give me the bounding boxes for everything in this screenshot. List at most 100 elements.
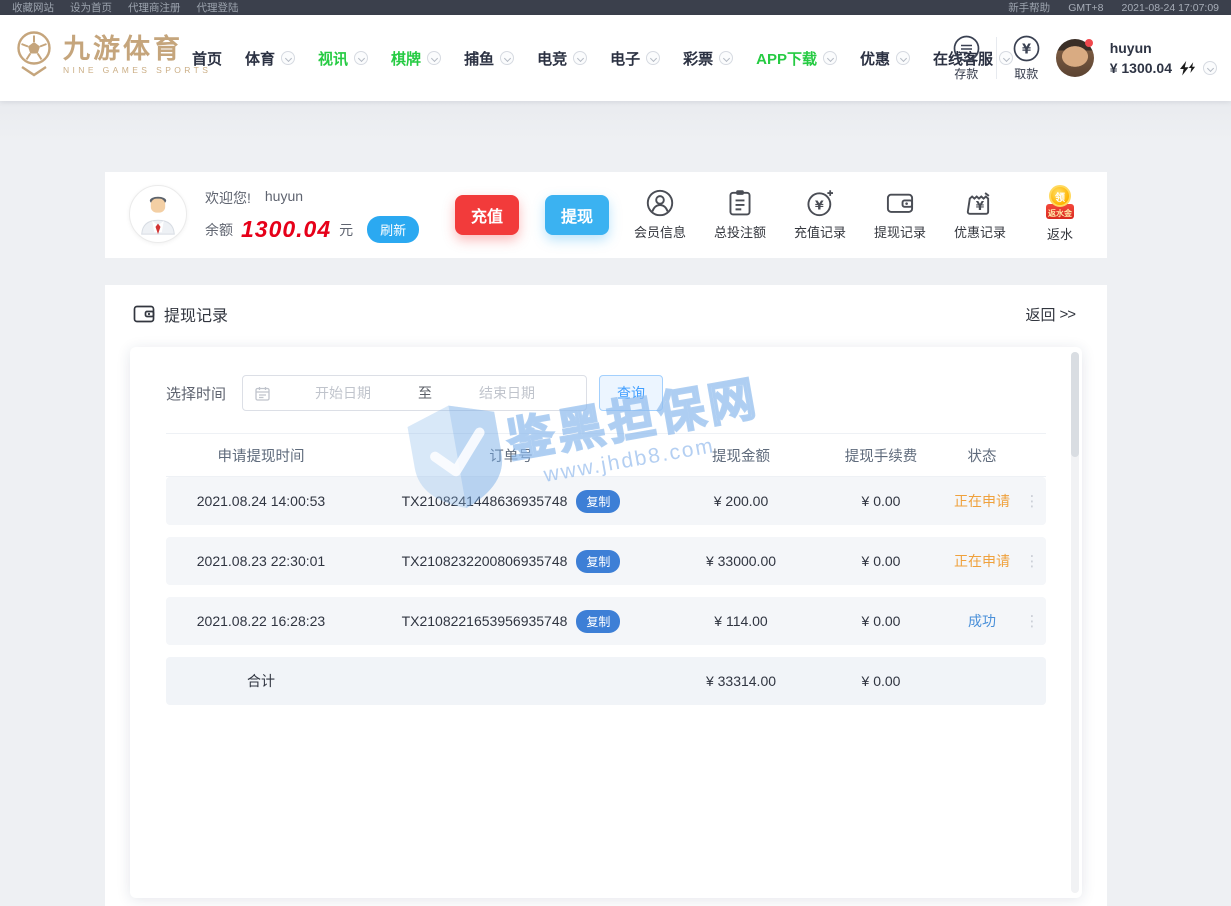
nav-item-esports[interactable]: 电竞 [537, 48, 587, 69]
agent-login-link[interactable]: 代理登陆 [197, 0, 239, 15]
total-bets-link[interactable]: 总投注额 [700, 189, 780, 241]
end-date-placeholder: 结束日期 [440, 383, 574, 403]
rebate-link[interactable]: 返水金 领 返水 [1020, 187, 1100, 243]
row-amount: ¥ 200.00 [666, 493, 816, 509]
logo-subtitle: NINE GAMES SPORTS [63, 65, 211, 75]
quick-links: 会员信息 总投注额 ¥ 充值记录 [620, 172, 1100, 258]
copy-button[interactable]: 复制 [576, 550, 620, 573]
quick-link-label: 返水 [1047, 224, 1073, 243]
nav-item-cards[interactable]: 棋牌 [391, 48, 441, 69]
row-status: 成功 [946, 611, 1018, 631]
wallet-icon [133, 304, 155, 324]
date-separator: 至 [416, 383, 434, 403]
chevron-down-icon [500, 51, 514, 65]
withdraw-records-icon [886, 189, 914, 217]
row-menu-icon[interactable]: ⋮ [1018, 559, 1046, 564]
row-status: 正在申请 [946, 551, 1018, 571]
total-bets-icon [726, 189, 754, 217]
chevron-down-icon [354, 51, 368, 65]
logo-title: 九游体育 [63, 34, 211, 64]
withdraw-button-panel[interactable]: 提现 [545, 195, 609, 235]
scrollbar-thumb[interactable] [1071, 352, 1079, 457]
header-username: huyun [1110, 40, 1217, 56]
row-fee: ¥ 0.00 [816, 493, 946, 509]
vip-badge-icon[interactable] [1203, 61, 1217, 75]
set-homepage-link[interactable]: 设为首页 [70, 0, 112, 15]
row-time: 2021.08.24 14:00:53 [166, 493, 356, 509]
bookmark-site-link[interactable]: 收藏网站 [12, 0, 54, 15]
scrollbar-track[interactable] [1071, 352, 1079, 893]
chevron-down-icon [896, 51, 910, 65]
nav-label: 捕鱼 [464, 48, 494, 69]
nav-item-fishing[interactable]: 捕鱼 [464, 48, 514, 69]
site-logo[interactable]: 九游体育 NINE GAMES SPORTS [12, 29, 211, 79]
row-menu-icon[interactable]: ⋮ [1018, 619, 1046, 624]
chevron-down-icon [427, 51, 441, 65]
svg-text:¥: ¥ [815, 197, 824, 212]
user-avatar[interactable] [1056, 39, 1094, 77]
withdraw-records-link[interactable]: 提现记录 [860, 189, 940, 241]
row-fee: ¥ 0.00 [816, 553, 946, 569]
nav-label: 彩票 [683, 48, 713, 69]
search-button[interactable]: 查询 [599, 375, 663, 411]
back-link[interactable]: 返回 >> [1025, 304, 1075, 325]
recharge-records-link[interactable]: ¥ 充值记录 [780, 189, 860, 241]
row-time: 2021.08.22 16:28:23 [166, 613, 356, 629]
deposit-icon [953, 35, 980, 62]
refresh-button[interactable]: 刷新 [367, 216, 419, 243]
nav-item-promotions[interactable]: 优惠 [860, 48, 910, 69]
nav-item-app-download[interactable]: APP下载 [756, 48, 837, 69]
chevron-down-icon [646, 51, 660, 65]
nav-item-live[interactable]: 视讯 [318, 48, 368, 69]
withdraw-label: 取款 [1014, 65, 1038, 82]
nav-label: 体育 [245, 48, 275, 69]
chevron-down-icon [823, 51, 837, 65]
chevron-down-icon [573, 51, 587, 65]
copy-button[interactable]: 复制 [576, 610, 620, 633]
col-header-time: 申请提现时间 [166, 445, 356, 466]
withdraw-records-panel: 提现记录 返回 >> 鉴黑担保网 www.jhdb8.com 选择时间 [105, 285, 1107, 906]
chevron-down-icon [719, 51, 733, 65]
nav-item-sports[interactable]: 体育 [245, 48, 295, 69]
businessman-icon [135, 191, 181, 237]
main-nav: 首页 体育 视讯 棋牌 捕鱼 电竞 电子 彩票 APP下载 优惠 在线客服 [192, 15, 1013, 101]
promo-records-link[interactable]: ¥ 优惠记录 [940, 189, 1020, 241]
promo-records-icon: ¥ [966, 189, 994, 217]
nav-label: 优惠 [860, 48, 890, 69]
lightning-icon[interactable] [1179, 61, 1196, 76]
row-order-number: TX2108232200806935748 [402, 553, 568, 569]
topbar-links: 收藏网站 设为首页 代理商注册 代理登陆 [12, 0, 239, 15]
row-menu-icon[interactable]: ⋮ [1018, 499, 1046, 504]
soccer-ball-icon [12, 29, 56, 79]
table-row: 2021.08.23 22:30:01 TX210823220080693574… [166, 537, 1046, 585]
row-order-number: TX2108241448636935748 [402, 493, 568, 509]
nav-item-home[interactable]: 首页 [192, 48, 222, 69]
withdraw-button[interactable]: ¥ 取款 [1013, 35, 1040, 82]
member-info-icon [646, 189, 674, 217]
currency-label: 元 [339, 220, 353, 240]
page-background: 欢迎您! huyun 余额 1300.04 元 刷新 充值 提现 会员信息 [0, 101, 1231, 906]
nav-item-slots[interactable]: 电子 [610, 48, 660, 69]
nav-label: APP下载 [756, 48, 817, 69]
col-header-status: 状态 [946, 445, 1018, 466]
svg-text:¥: ¥ [976, 199, 985, 213]
member-info-link[interactable]: 会员信息 [620, 189, 700, 241]
nav-label: 视讯 [318, 48, 348, 69]
row-fee: ¥ 0.00 [816, 613, 946, 629]
back-label: 返回 [1025, 304, 1055, 325]
table-row: 2021.08.24 14:00:53 TX210824144863693574… [166, 477, 1046, 525]
table-row: 2021.08.22 16:28:23 TX210822165395693574… [166, 597, 1046, 645]
total-amount: ¥ 33314.00 [666, 673, 816, 689]
deposit-button[interactable]: 存款 [953, 35, 980, 82]
agent-register-link[interactable]: 代理商注册 [128, 0, 181, 15]
copy-button[interactable]: 复制 [576, 490, 620, 513]
date-range-input[interactable]: 开始日期 至 结束日期 [242, 375, 587, 411]
nav-item-lottery[interactable]: 彩票 [683, 48, 733, 69]
nav-label: 棋牌 [391, 48, 421, 69]
nav-label: 首页 [192, 48, 222, 69]
section-title: 提现记录 [164, 302, 228, 326]
recharge-button[interactable]: 充值 [455, 195, 519, 235]
divider [996, 37, 997, 79]
beginner-help-link[interactable]: 新手帮助 [1008, 0, 1050, 15]
filter-label: 选择时间 [166, 383, 226, 404]
